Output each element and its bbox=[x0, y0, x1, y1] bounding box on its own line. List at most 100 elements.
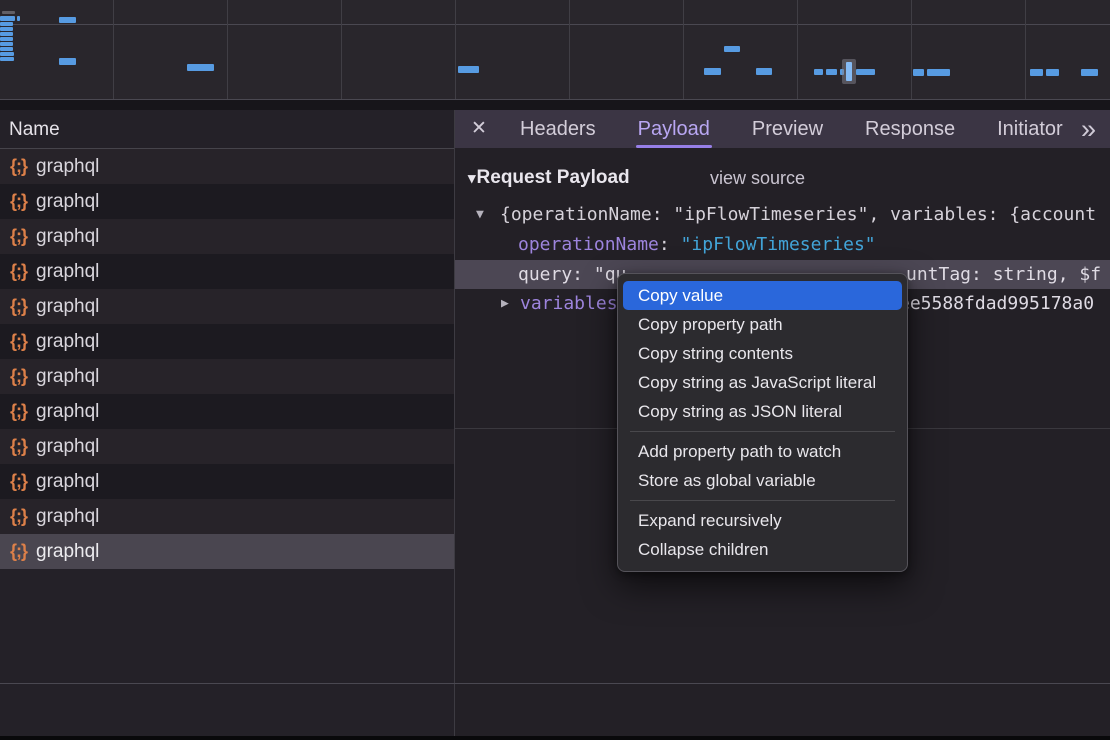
overview-horizontal-gridline bbox=[0, 24, 1110, 25]
overview-request-bar bbox=[0, 16, 15, 21]
overview-request-bar bbox=[1046, 69, 1059, 76]
json-braces-icon: {;} bbox=[10, 366, 27, 387]
footer-divider bbox=[0, 683, 1110, 684]
overview-request-bar bbox=[0, 42, 13, 46]
menu-item-copy-string-contents[interactable]: Copy string contents bbox=[623, 339, 902, 368]
menu-item-expand-recursively[interactable]: Expand recursively bbox=[623, 506, 902, 535]
overview-vertical-gridline bbox=[113, 0, 114, 99]
menu-item-copy-value[interactable]: Copy value bbox=[623, 281, 902, 310]
overview-request-bar bbox=[2, 11, 15, 14]
overview-request-bar bbox=[1030, 69, 1043, 76]
request-name-label: graphql bbox=[36, 331, 99, 353]
variables-value-fragment: ee5588fdad995178a0 bbox=[899, 289, 1094, 319]
tab-headers[interactable]: Headers bbox=[503, 110, 613, 148]
tab-initiator[interactable]: Initiator bbox=[980, 110, 1080, 148]
request-name-label: graphql bbox=[36, 436, 99, 458]
overview-request-bar bbox=[187, 64, 214, 71]
request-rows: {;} graphql {;} graphql {;} graphql {;} graphql… bbox=[0, 149, 454, 569]
window-bottom-edge bbox=[0, 736, 1110, 740]
request-name-label: graphql bbox=[36, 506, 99, 528]
expanded-arrow-icon: ▼ bbox=[476, 200, 484, 230]
network-overview-timeline[interactable] bbox=[0, 0, 1110, 100]
overview-request-bar bbox=[913, 69, 924, 76]
request-row-graphql[interactable]: {;} graphql bbox=[0, 394, 454, 429]
more-tabs-icon[interactable]: » bbox=[1081, 110, 1096, 148]
request-row-graphql[interactable]: {;}graphql bbox=[0, 359, 454, 394]
overview-request-bar bbox=[0, 32, 13, 36]
tab-payload[interactable]: Payload bbox=[621, 110, 727, 148]
overview-vertical-gridline bbox=[569, 0, 570, 99]
overview-request-bar bbox=[17, 16, 20, 21]
menu-item-copy-property-path[interactable]: Copy property path bbox=[623, 310, 902, 339]
request-row-graphql[interactable]: {;} graphql bbox=[0, 534, 454, 569]
context-menu-separator bbox=[630, 500, 895, 501]
request-row-graphql[interactable]: {;}graphql bbox=[0, 149, 454, 184]
overview-request-bar bbox=[724, 46, 740, 52]
query-key-value-start: query: "qu bbox=[518, 260, 626, 289]
overview-request-bar bbox=[0, 27, 13, 31]
request-name-label: graphql bbox=[36, 541, 99, 563]
request-row-graphql[interactable]: {;}graphql bbox=[0, 219, 454, 254]
devtools-network-panel: Name {;}graphql{;}graphql{;}graphql{;}gr… bbox=[0, 0, 1110, 740]
name-column-header[interactable]: Name bbox=[0, 110, 454, 149]
json-braces-icon: {;} bbox=[10, 436, 27, 457]
tab-response[interactable]: Response bbox=[848, 110, 972, 148]
payload-root-preview: {operationName: "ipFlowTimeseries", vari… bbox=[500, 200, 1096, 230]
context-menu-separator bbox=[630, 431, 895, 432]
query-value-fragment: untTag: string, $f bbox=[906, 260, 1101, 289]
overview-vertical-gridline bbox=[455, 0, 456, 99]
menu-item-collapse-children[interactable]: Collapse children bbox=[623, 535, 902, 564]
operation-name-row[interactable]: operationName: "ipFlowTimeseries" bbox=[455, 230, 1110, 260]
menu-item-store-as-global-variable[interactable]: Store as global variable bbox=[623, 466, 902, 495]
request-name-label: graphql bbox=[36, 401, 99, 423]
json-braces-icon: {;} bbox=[10, 471, 27, 492]
key-value-separator: : bbox=[659, 234, 681, 255]
overview-request-bar bbox=[0, 22, 13, 26]
operation-name-key: operationName bbox=[518, 234, 659, 255]
json-braces-icon: {;} bbox=[10, 331, 27, 352]
json-braces-icon: {;} bbox=[10, 541, 27, 562]
menu-item-copy-string-as-javascript-literal[interactable]: Copy string as JavaScript literal bbox=[623, 368, 902, 397]
overview-request-bar bbox=[814, 69, 823, 75]
overview-request-bar bbox=[458, 66, 479, 73]
request-row-graphql[interactable]: {;} graphql bbox=[0, 429, 454, 464]
overview-request-bar bbox=[704, 68, 721, 75]
close-icon[interactable]: ✕ bbox=[463, 110, 495, 148]
tab-preview[interactable]: Preview bbox=[735, 110, 840, 148]
json-braces-icon: {;} bbox=[10, 506, 27, 527]
overview-vertical-gridline bbox=[797, 0, 798, 99]
context-menu: Copy valueCopy property pathCopy string … bbox=[617, 273, 908, 572]
payload-root-row[interactable]: ▼ {operationName: "ipFlowTimeseries", va… bbox=[455, 200, 1110, 230]
overview-request-bar bbox=[826, 69, 837, 75]
overview-vertical-gridline bbox=[341, 0, 342, 99]
request-row-graphql[interactable]: {;}graphql bbox=[0, 184, 454, 219]
request-row-graphql[interactable]: {;}graphql bbox=[0, 289, 454, 324]
request-payload-title: Request Payload bbox=[477, 167, 630, 188]
detail-tabs: HeadersPayloadPreviewResponseInitiator bbox=[495, 110, 1080, 148]
collapse-triangle-icon: ▾ bbox=[468, 170, 476, 187]
overview-request-bar bbox=[0, 47, 13, 51]
request-payload-section-header[interactable]: ▾Request Payload bbox=[468, 163, 630, 193]
menu-item-add-property-path-to-watch[interactable]: Add property path to watch bbox=[623, 437, 902, 466]
request-name-label: graphql bbox=[36, 156, 99, 178]
overview-request-bar bbox=[927, 69, 950, 76]
overview-request-bar bbox=[1081, 69, 1098, 76]
menu-item-copy-string-as-json-literal[interactable]: Copy string as JSON literal bbox=[623, 397, 902, 426]
json-braces-icon: {;} bbox=[10, 401, 27, 422]
request-name-label: graphql bbox=[36, 471, 99, 493]
request-row-graphql[interactable]: {;}graphql bbox=[0, 254, 454, 289]
overview-request-bar bbox=[0, 57, 14, 61]
overview-request-bar bbox=[59, 17, 76, 23]
view-source-link[interactable]: view source bbox=[710, 163, 805, 193]
overview-vertical-gridline bbox=[911, 0, 912, 99]
request-name-label: graphql bbox=[36, 261, 99, 283]
request-row-graphql[interactable]: {;} graphql bbox=[0, 324, 454, 359]
overview-request-bar bbox=[59, 58, 76, 65]
json-braces-icon: {;} bbox=[10, 226, 27, 247]
overview-request-bar bbox=[856, 69, 875, 75]
request-row-graphql[interactable]: {;} graphql bbox=[0, 499, 454, 534]
overview-request-bar bbox=[0, 52, 14, 56]
request-row-graphql[interactable]: {;} graphql bbox=[0, 464, 454, 499]
overview-request-bar bbox=[846, 62, 852, 81]
request-name-label: graphql bbox=[36, 191, 99, 213]
